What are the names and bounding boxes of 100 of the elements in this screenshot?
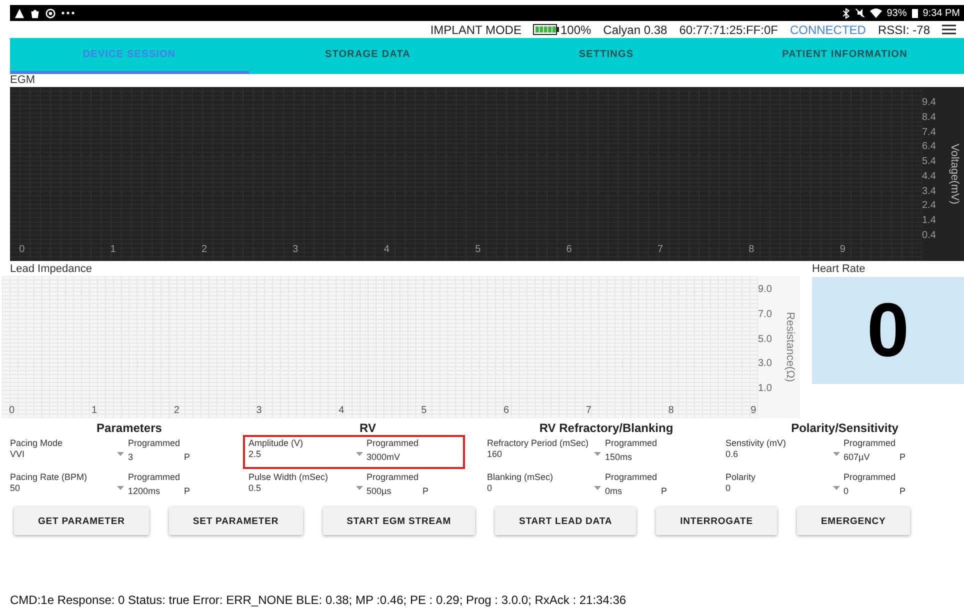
y-tick-label: 8.4 [922, 112, 937, 123]
tab[interactable]: PATIENT INFORMATION [726, 38, 964, 74]
x-tick-label: 7 [657, 244, 664, 255]
programmed-value: 0ms [605, 486, 624, 497]
section-title: RV Refractory/Blanking [538, 421, 674, 435]
caret-icon [832, 452, 840, 456]
field-label: Programmed [844, 472, 897, 483]
programmed-value: 3 [128, 452, 134, 463]
x-tick-label: 5 [421, 405, 427, 416]
x-tick-label: 2 [201, 244, 208, 255]
action-button[interactable]: SET PARAMETER [168, 507, 303, 535]
x-tick-label: 1 [91, 405, 97, 416]
caret-icon [356, 486, 362, 490]
caret-icon [594, 452, 601, 456]
x-tick-label: 9 [840, 244, 846, 255]
section-title: Parameters [96, 421, 163, 435]
x-tick-label: 6 [503, 405, 510, 416]
version-label: Calyan 0.38 [603, 22, 668, 36]
x-tick-label: 3 [292, 244, 298, 255]
action-button[interactable]: INTERROGATE [656, 507, 777, 535]
action-button[interactable]: GET PARAMETER [14, 507, 149, 535]
x-tick-label: 4 [338, 405, 344, 416]
flag-label: P [661, 486, 668, 497]
programmed-value: 3000mV [366, 452, 402, 463]
status-message: CMD:1e Response: 0 Status: true Error: ERR_NONE BLE: 0.38; MP :0.46; PE : 0.29; Prog : 3.0.0; RxAck : 21:34:36 [10, 593, 628, 607]
tab[interactable]: SETTINGS [487, 38, 726, 74]
field-label: Pacing Mode [10, 438, 64, 449]
field-label: Amplitude (V) [248, 438, 304, 449]
dropdown-field[interactable]: 50 [10, 483, 128, 494]
y-tick-label: 5.0 [758, 334, 773, 344]
dropdown-field[interactable]: 2.5 [248, 449, 366, 460]
y-tick-label: 0.4 [922, 230, 937, 241]
x-tick-label: 4 [384, 244, 390, 255]
x-tick-label: 9 [750, 405, 756, 416]
bag-icon [30, 8, 40, 18]
action-button[interactable]: EMERGENCY [796, 507, 910, 535]
battery-percent: 93% [886, 8, 907, 18]
axis-title: Resistance(Ω) [784, 312, 796, 382]
y-tick-label: 9.0 [758, 284, 773, 295]
field-label: Programmed [844, 438, 897, 449]
wifi-icon [870, 8, 882, 18]
programmed-value: 0 [844, 486, 850, 497]
dropdown-field[interactable]: 0.6 [726, 449, 844, 460]
field-label: Programmed [366, 438, 420, 449]
x-tick-label: 5 [475, 244, 481, 255]
flag-label: P [900, 452, 906, 463]
caret-icon [832, 486, 840, 490]
flag-label: P [900, 486, 906, 497]
x-tick-label: 1 [110, 244, 116, 255]
field-label: Pacing Rate (BPM) [10, 472, 88, 483]
device-address: 60:77:71:25:FF:0F [679, 22, 778, 36]
menu-icon[interactable] [942, 24, 956, 35]
x-tick-label: 2 [174, 405, 180, 416]
field-label: Pulse Width (mSec) [248, 472, 330, 483]
action-button[interactable]: START LEAD DATA [495, 507, 636, 535]
field-label: Senstivity (mV) [726, 438, 788, 449]
y-tick-label: 1.4 [922, 215, 937, 226]
programmed-value: 607µV [844, 452, 871, 463]
x-tick-label: 0 [19, 244, 25, 255]
field-label: Blanking (mSec) [487, 472, 554, 483]
y-tick-label: 3.0 [758, 358, 773, 370]
dropdown-field[interactable]: 0 [487, 483, 605, 494]
axis-title: Voltage(mV) [948, 144, 960, 204]
sync-icon [45, 8, 56, 18]
section-title: Polarity/Sensitivity [790, 421, 900, 435]
clock: 9:34 PM [922, 8, 960, 18]
programmed-value: 500µs [366, 486, 392, 497]
field-label: Programmed [128, 438, 182, 449]
y-tick-label: 4.4 [922, 170, 937, 182]
x-tick-label: 7 [586, 405, 592, 416]
mute-icon [854, 8, 865, 18]
bluetooth-icon [842, 8, 850, 18]
action-button[interactable]: START EGM STREAM [322, 507, 476, 535]
battery-icon [533, 24, 560, 35]
y-tick-label: 1.0 [758, 383, 773, 394]
field-label: Programmed [128, 472, 182, 483]
y-tick-label: 3.4 [922, 186, 937, 197]
field-label: Programmed [366, 472, 420, 483]
x-tick-label: 8 [668, 405, 674, 416]
dropdown-field[interactable]: 160 [487, 449, 605, 460]
field-label: Programmed [605, 472, 658, 483]
section-title: RV [358, 421, 377, 435]
heart-rate-title: Heart Rate [812, 263, 866, 276]
tab[interactable]: STORAGE DATA [248, 38, 487, 74]
flag-label: P [422, 486, 429, 497]
field-label: Refractory Period (mSec) [487, 438, 590, 449]
dropdown-field[interactable]: 0 [726, 483, 844, 494]
caret-icon [117, 452, 124, 456]
y-tick-label: 7.4 [922, 126, 937, 138]
field-label: Programmed [605, 438, 658, 449]
dropdown-field[interactable]: 0.5 [248, 483, 366, 494]
flag-label: P [184, 452, 190, 463]
caret-icon [356, 452, 362, 456]
x-tick-label: 8 [748, 244, 754, 255]
y-tick-label: 9.4 [922, 97, 937, 108]
programmed-value: 150ms [605, 452, 634, 463]
x-tick-label: 3 [256, 405, 262, 416]
more-icon [61, 11, 75, 15]
y-tick-label: 7.0 [758, 308, 773, 320]
dropdown-field[interactable]: VVI [10, 449, 128, 460]
